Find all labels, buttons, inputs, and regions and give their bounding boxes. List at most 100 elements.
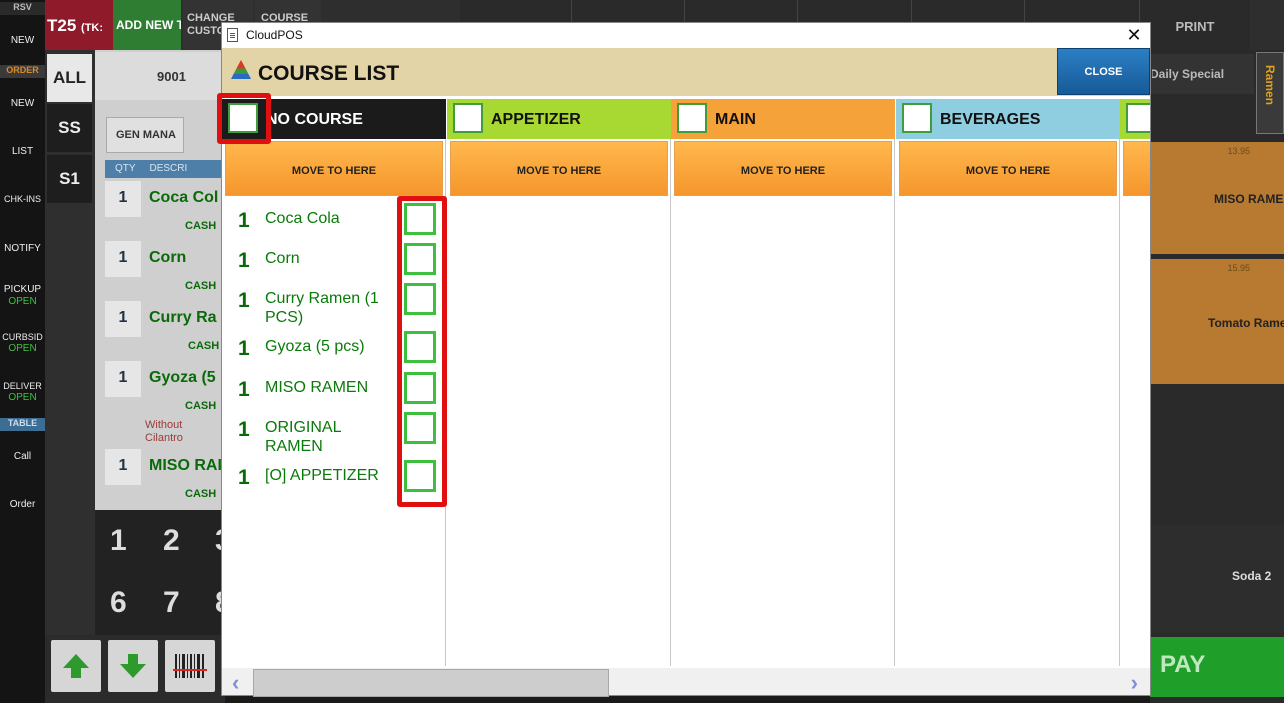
nav-list[interactable]: LIST xyxy=(0,146,45,157)
item-checkbox[interactable] xyxy=(404,283,436,315)
arrow-bar xyxy=(45,635,225,703)
barcode-icon xyxy=(173,654,207,678)
order-line-qty: 1 xyxy=(105,241,141,277)
scroll-left-icon[interactable]: ‹ xyxy=(232,670,239,696)
number-keypad: 1 2 3 6 7 8 xyxy=(95,510,232,635)
tab-ss[interactable]: SS xyxy=(47,104,92,152)
table-label: T25 xyxy=(47,16,77,35)
order-line[interactable]: 1 MISO RAI xyxy=(105,449,225,485)
gen-mana-button[interactable]: GEN MANA xyxy=(106,117,184,153)
menu-item-soda[interactable]: Soda 2 xyxy=(1150,525,1284,633)
move-to-here-button[interactable]: MOVE TO HERE xyxy=(450,141,668,196)
nav-order[interactable]: Order xyxy=(0,499,45,510)
order-line[interactable]: 1 Corn xyxy=(105,241,225,277)
menu-item-name: Soda 2 xyxy=(1232,569,1272,583)
select-all-checkbox[interactable] xyxy=(902,103,932,133)
select-all-checkbox[interactable] xyxy=(1126,103,1150,133)
course-column-appetizer: APPETIZER MOVE TO HERE xyxy=(447,99,671,666)
column-title: BEVERAGES xyxy=(940,111,1041,128)
dialog-header: COURSE LIST xyxy=(222,48,1150,96)
dialog-title: CloudPOS xyxy=(246,28,303,42)
menu-item-name: MISO RAMEN xyxy=(1214,192,1284,206)
print-button[interactable]: PRINT xyxy=(1140,0,1250,50)
scroll-right-icon[interactable]: › xyxy=(1131,670,1138,696)
item-qty: 1 xyxy=(238,289,250,312)
select-all-checkbox[interactable] xyxy=(453,103,483,133)
item-name: Gyoza (5 pcs) xyxy=(265,338,365,355)
key-6[interactable]: 6 xyxy=(110,586,127,620)
daily-special-tab[interactable]: Daily Special xyxy=(1150,54,1254,94)
nav-curbside[interactable]: CURBSID OPEN xyxy=(0,332,45,354)
nav-new-order[interactable]: NEW xyxy=(0,98,45,109)
item-qty: 1 xyxy=(238,378,250,401)
column-title: MAIN xyxy=(715,111,756,128)
nav-curbside-status: OPEN xyxy=(8,343,37,354)
nav-delivery[interactable]: DELIVER OPEN xyxy=(0,381,45,403)
nav-call[interactable]: Call xyxy=(0,451,45,462)
menu-item-tomato-ramen[interactable]: 15.95 Tomato Ramen xyxy=(1150,259,1284,384)
course-column-partial xyxy=(1120,99,1150,666)
pay-button[interactable]: PAY xyxy=(1150,637,1284,697)
nav-delivery-label: DELIVER xyxy=(3,381,42,391)
column-title: APPETIZER xyxy=(491,111,581,128)
close-button[interactable]: CLOSE xyxy=(1057,48,1150,95)
table-header: TABLE xyxy=(0,418,45,431)
order-header: ORDER xyxy=(0,65,45,78)
ramen-category-tab[interactable]: Ramen xyxy=(1256,52,1284,134)
tab-s1[interactable]: S1 xyxy=(47,155,92,203)
move-to-here-button[interactable]: MOVE TO HERE xyxy=(674,141,892,196)
nav-notify[interactable]: NOTIFY xyxy=(0,243,45,254)
key-2[interactable]: 2 xyxy=(163,524,180,558)
barcode-button[interactable] xyxy=(165,640,215,692)
column-header: NO COURSE xyxy=(222,99,446,139)
course-columns: NO COURSE MOVE TO HERE 1 Coca Cola 1 Corn … xyxy=(222,99,1150,666)
order-line[interactable]: 1 Coca Col xyxy=(105,181,225,217)
scrollbar-thumb[interactable] xyxy=(253,669,609,697)
horizontal-scrollbar[interactable]: ‹ › xyxy=(222,668,1150,697)
order-line-pay: CASH xyxy=(185,220,217,232)
item-checkbox[interactable] xyxy=(404,243,436,275)
key-7[interactable]: 7 xyxy=(163,586,180,620)
order-list-header: QTY DESCRI xyxy=(105,160,225,178)
select-all-checkbox[interactable] xyxy=(228,103,258,133)
move-to-here-button[interactable]: MOVE TO HERE xyxy=(225,141,443,196)
nav-new-reservation[interactable]: NEW xyxy=(0,35,45,46)
item-checkbox[interactable] xyxy=(404,203,436,235)
menu-item-miso-ramen[interactable]: 13.95 MISO RAMEN xyxy=(1150,142,1284,254)
down-arrow-button[interactable] xyxy=(108,640,158,692)
item-checkbox[interactable] xyxy=(404,460,436,492)
move-to-here-button-partial[interactable] xyxy=(1123,141,1150,196)
item-checkbox[interactable] xyxy=(404,372,436,404)
arrow-up-icon xyxy=(63,654,89,678)
order-line-pay: CASH xyxy=(185,400,217,412)
seat-tabs: ALL SS S1 xyxy=(45,50,95,703)
column-header: BEVERAGES xyxy=(896,99,1120,139)
up-arrow-button[interactable] xyxy=(51,640,101,692)
item-qty: 1 xyxy=(238,209,250,232)
arrow-down-icon xyxy=(120,654,146,678)
item-name: [O] APPETIZER xyxy=(265,467,379,484)
nav-pickup[interactable]: PICKUP OPEN xyxy=(0,284,45,307)
order-line-name: Gyoza (5 xyxy=(149,369,216,386)
item-checkbox[interactable] xyxy=(404,412,436,444)
add-new-button[interactable]: ADD NEW T xyxy=(113,0,181,50)
desc-header: DESCRI xyxy=(149,163,188,174)
select-all-checkbox[interactable] xyxy=(677,103,707,133)
nav-pickup-status: OPEN xyxy=(8,296,37,307)
item-checkbox[interactable] xyxy=(404,331,436,363)
move-to-here-button[interactable]: MOVE TO HERE xyxy=(899,141,1117,196)
tab-all[interactable]: ALL xyxy=(47,54,92,102)
ticket-label: (TK: xyxy=(81,22,104,34)
order-line[interactable]: 1 Curry Ra xyxy=(105,301,225,337)
close-icon[interactable]: ✕ xyxy=(1124,25,1144,45)
order-number: 9001 xyxy=(95,52,225,100)
rsv-header: RSV xyxy=(0,2,45,15)
column-header: APPETIZER xyxy=(447,99,671,139)
order-line[interactable]: 1 Gyoza (5 xyxy=(105,361,225,397)
order-line-pay: CASH xyxy=(185,280,217,292)
column-header xyxy=(1120,99,1150,139)
item-qty: 1 xyxy=(238,418,250,441)
item-qty: 1 xyxy=(238,249,250,272)
key-1[interactable]: 1 xyxy=(110,524,127,558)
nav-check-ins[interactable]: CHK-INS xyxy=(0,194,45,204)
